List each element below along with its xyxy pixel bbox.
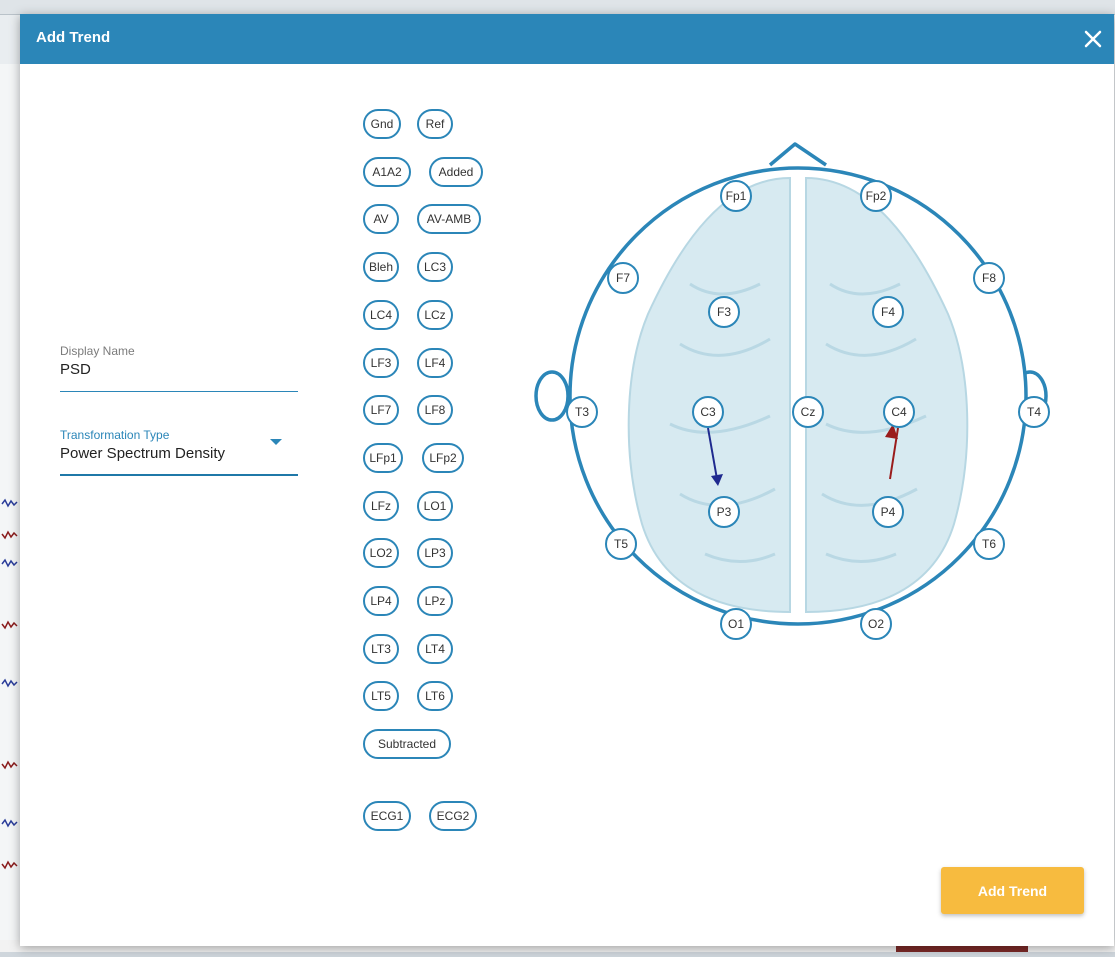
channel-pill[interactable]: Added	[429, 157, 483, 187]
channel-pill[interactable]: AV	[363, 204, 399, 234]
channel-pill[interactable]: LF8	[417, 395, 453, 425]
background-eeg-traces	[0, 64, 20, 952]
channel-pill[interactable]: Subtracted	[363, 729, 451, 759]
dialog-header: Add Trend	[20, 14, 1114, 64]
channel-pill[interactable]: LT6	[417, 681, 453, 711]
channel-pill[interactable]: Ref	[417, 109, 453, 139]
channel-pill[interactable]: LPz	[417, 586, 453, 616]
display-name-input[interactable]: PSD	[60, 361, 298, 378]
add-trend-dialog: Add Trend Display Name PSD Transformatio…	[20, 14, 1114, 946]
channel-pill[interactable]: A1A2	[363, 157, 411, 187]
close-icon	[1084, 30, 1102, 48]
channel-pill[interactable]: LF3	[363, 348, 399, 378]
electrode-o1[interactable]: O1	[720, 608, 752, 640]
electrode-f7[interactable]: F7	[607, 262, 639, 294]
channel-pill[interactable]: LP3	[417, 538, 453, 568]
add-trend-button[interactable]: Add Trend	[941, 867, 1084, 914]
display-name-underline	[60, 391, 298, 392]
electrode-c3[interactable]: C3	[692, 396, 724, 428]
electrode-fp1[interactable]: Fp1	[720, 180, 752, 212]
electrode-t5[interactable]: T5	[605, 528, 637, 560]
close-button[interactable]	[1080, 26, 1106, 52]
channel-pill[interactable]: Bleh	[363, 252, 399, 282]
electrode-f4[interactable]: F4	[872, 296, 904, 328]
electrode-fp2[interactable]: Fp2	[860, 180, 892, 212]
eeg-wave-icon	[1, 498, 18, 870]
electrode-t3[interactable]: T3	[566, 396, 598, 428]
background-toolbar	[0, 0, 1115, 15]
electrode-p4[interactable]: P4	[872, 496, 904, 528]
transformation-type-value[interactable]: Power Spectrum Density	[60, 445, 298, 462]
channel-pill[interactable]: Gnd	[363, 109, 401, 139]
electrode-t6[interactable]: T6	[973, 528, 1005, 560]
channel-pill[interactable]: LT5	[363, 681, 399, 711]
channel-pill[interactable]: LO2	[363, 538, 399, 568]
dropdown-caret-icon[interactable]	[270, 439, 282, 445]
channel-pill[interactable]: ECG2	[429, 801, 477, 831]
channel-pill[interactable]: LT4	[417, 634, 453, 664]
head-outline-icon	[534, 142, 1048, 626]
channel-pill[interactable]: LT3	[363, 634, 399, 664]
channel-pill[interactable]: LC3	[417, 252, 453, 282]
display-name-label: Display Name	[60, 344, 135, 358]
channel-pill[interactable]: LO1	[417, 491, 453, 521]
channel-pill[interactable]: LP4	[363, 586, 399, 616]
channel-pill[interactable]: AV-AMB	[417, 204, 481, 234]
electrode-p3[interactable]: P3	[708, 496, 740, 528]
electrode-f8[interactable]: F8	[973, 262, 1005, 294]
channel-pill[interactable]: LFz	[363, 491, 399, 521]
channel-pill[interactable]: LFp2	[422, 443, 464, 473]
electrode-c4[interactable]: C4	[883, 396, 915, 428]
electrode-f3[interactable]: F3	[708, 296, 740, 328]
channel-pill[interactable]: LF7	[363, 395, 399, 425]
channel-pill[interactable]: ECG1	[363, 801, 411, 831]
transformation-type-select[interactable]: Transformation Type Power Spectrum Densi…	[60, 428, 298, 476]
channel-pill[interactable]: LFp1	[363, 443, 403, 473]
electrode-t4[interactable]: T4	[1018, 396, 1050, 428]
dialog-title: Add Trend	[36, 29, 111, 46]
transformation-type-label: Transformation Type	[60, 428, 170, 442]
display-name-field[interactable]: Display Name PSD	[60, 344, 298, 392]
electrode-cz[interactable]: Cz	[792, 396, 824, 428]
eeg-head-map: Fp1 Fp2 F7 F8 F3 F4 T3 C3 Cz C4 T4 P3 P4…	[530, 134, 1050, 640]
channel-pill[interactable]: LCz	[417, 300, 453, 330]
electrode-o2[interactable]: O2	[860, 608, 892, 640]
transformation-type-underline	[60, 474, 298, 476]
channel-pill[interactable]: LC4	[363, 300, 399, 330]
channel-pill[interactable]: LF4	[417, 348, 453, 378]
